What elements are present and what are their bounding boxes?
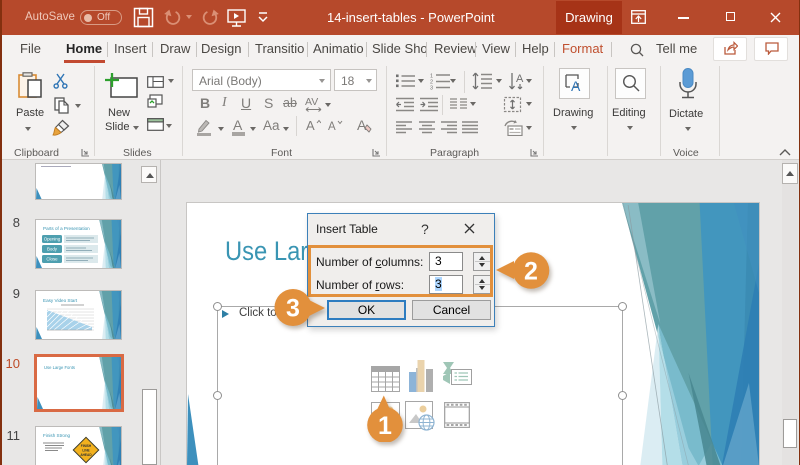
svg-text:Body: Body [47,247,58,252]
svg-text:A: A [357,117,367,133]
svg-text:AV: AV [305,96,318,108]
svg-text:A: A [328,121,336,132]
svg-text:2: 2 [524,258,538,286]
svg-text:Use Large Fonts: Use Large Fonts [44,365,75,370]
svg-text:LINE: LINE [82,449,89,453]
svg-text:A: A [306,118,315,132]
svg-text:1: 1 [378,412,392,440]
svg-text:AHEAD: AHEAD [80,453,92,457]
svg-text:Opening: Opening [44,237,61,242]
svg-text:3: 3 [430,86,433,91]
svg-text:A: A [571,78,581,93]
svg-text:A: A [516,73,524,85]
svg-text:3: 3 [286,295,300,323]
svg-text:Parts of a Presentation: Parts of a Presentation [43,226,90,231]
svg-text:FINISH: FINISH [81,444,92,448]
svg-text:Close: Close [46,257,58,262]
svg-text:Easy Video Start: Easy Video Start [43,298,78,303]
svg-text:Finish Strong: Finish Strong [43,433,71,438]
